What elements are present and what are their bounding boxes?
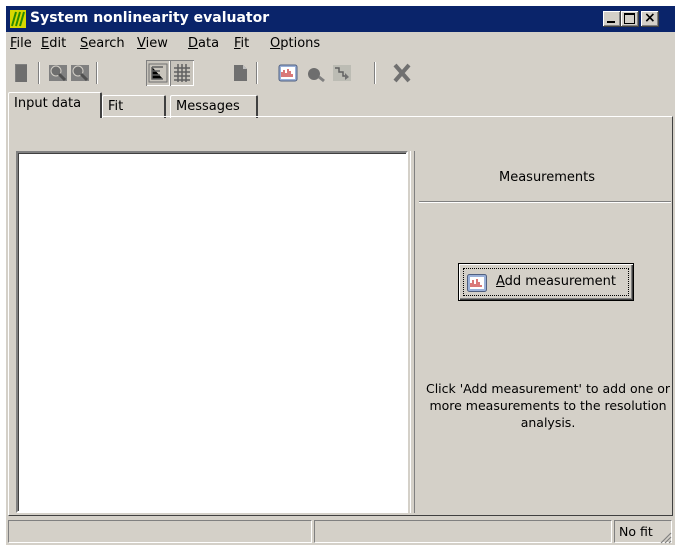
delete-button[interactable] (390, 60, 414, 86)
tab-input-data-label: Input data (14, 96, 82, 111)
menu-search[interactable]: Search (80, 36, 125, 51)
status-bar: No fit (6, 518, 675, 545)
input-data-list[interactable] (16, 151, 408, 513)
window-title: System nonlinearity evaluator (30, 10, 270, 26)
tab-fit-label: Fit (108, 99, 124, 114)
menu-options[interactable]: Options (270, 36, 320, 51)
menu-file[interactable]: File (10, 36, 32, 51)
page-button[interactable] (228, 60, 252, 86)
tree-view-button[interactable] (146, 60, 170, 86)
status-pane-1 (8, 520, 312, 543)
menu-edit[interactable]: Edit (41, 36, 66, 51)
new-button[interactable] (10, 60, 34, 86)
tab-input-data[interactable]: Input data (8, 92, 102, 118)
measurements-help-text: Click 'Add measurement' to add one or mo… (425, 381, 671, 430)
page-icon (234, 65, 247, 81)
fit-status-text: No fit (619, 524, 653, 539)
tab-strip: Input data Fit Messages (6, 92, 675, 118)
toolbar (6, 56, 675, 92)
toolbar-separator (374, 62, 376, 84)
add-measurement-button[interactable]: Add measurement (458, 263, 634, 301)
zoom-out-icon (71, 65, 89, 82)
new-doc-icon (15, 64, 27, 82)
step-icon (333, 65, 351, 81)
measurements-title: Measurements (498, 170, 596, 185)
menu-data[interactable]: Data (188, 36, 219, 51)
step-button[interactable] (330, 60, 354, 86)
toolbar-separator (96, 62, 98, 84)
close-button[interactable]: × (641, 10, 659, 27)
grid-view-icon (174, 64, 190, 82)
status-pane-2 (314, 520, 612, 543)
tab-messages[interactable]: Messages (170, 95, 258, 118)
zoom-in-button[interactable] (46, 60, 70, 86)
close-icon: × (644, 10, 656, 26)
measurements-divider (419, 201, 671, 203)
zoom-in-icon (49, 65, 67, 82)
tab-fit[interactable]: Fit (102, 95, 166, 118)
tab-messages-label: Messages (176, 99, 240, 114)
menu-fit[interactable]: Fit (234, 36, 249, 51)
splitter[interactable] (410, 151, 415, 513)
probe-button[interactable] (304, 60, 328, 86)
menu-view[interactable]: View (137, 36, 168, 51)
maximize-button[interactable] (621, 11, 639, 27)
measurement-button[interactable] (276, 60, 300, 86)
title-bar[interactable]: System nonlinearity evaluator × (6, 6, 675, 32)
probe-icon (308, 68, 325, 83)
menu-bar: File Edit Search View Data Fit Options (6, 32, 675, 56)
delete-icon (393, 63, 411, 83)
measurement-chart-icon (467, 274, 487, 292)
main-window: System nonlinearity evaluator × File Edi… (6, 6, 675, 545)
minimize-button[interactable] (603, 11, 621, 27)
tree-view-icon (148, 63, 168, 83)
zoom-out-button[interactable] (68, 60, 92, 86)
measurement-chart-icon (278, 64, 298, 82)
grid-view-button[interactable] (170, 60, 194, 86)
app-icon (10, 10, 26, 28)
toolbar-separator (256, 62, 258, 84)
toolbar-separator (38, 62, 40, 84)
resize-grip-icon[interactable] (660, 532, 672, 544)
add-measurement-label: Add measurement (496, 274, 617, 289)
